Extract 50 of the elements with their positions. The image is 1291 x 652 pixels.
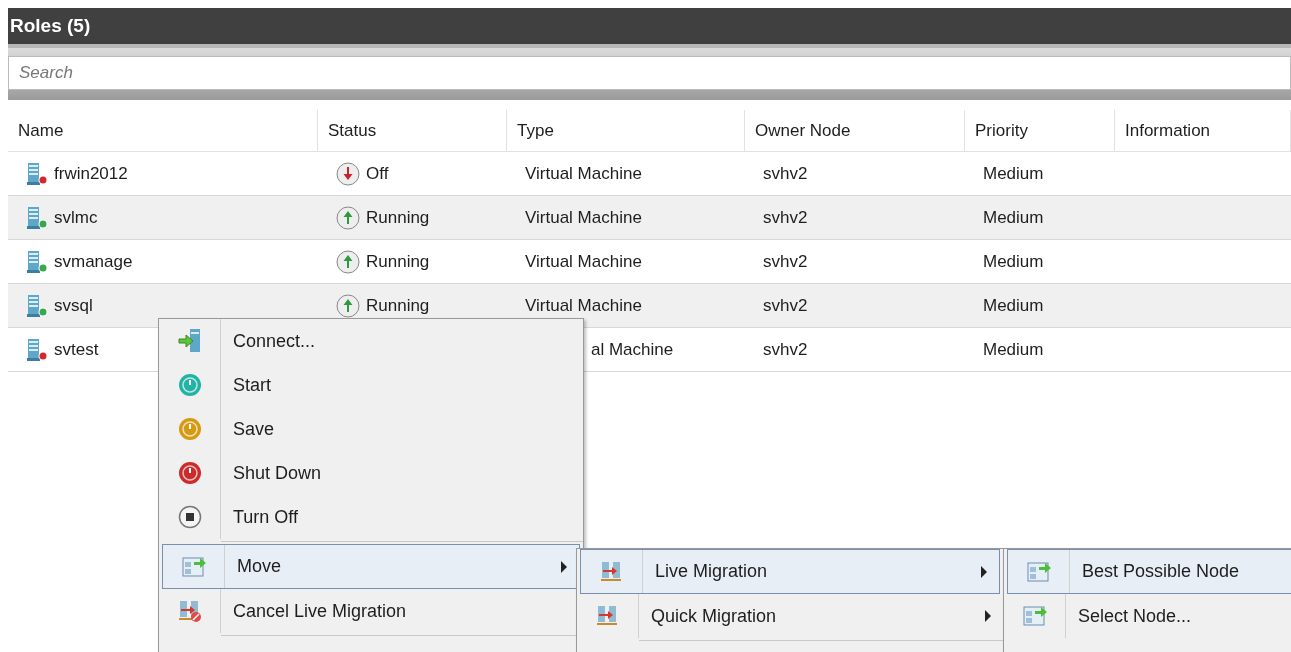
vm-type: Virtual Machine — [525, 294, 642, 317]
column-header[interactable]: Name — [8, 110, 318, 152]
menu-item[interactable]: Move — [162, 544, 580, 589]
menu-item[interactable]: Save — [159, 407, 583, 451]
menu-item[interactable]: Best Possible Node — [1007, 549, 1291, 594]
vm-name: svsql — [54, 294, 93, 317]
owner-name: svhv2 — [763, 250, 808, 273]
menu-item[interactable]: Cancel Live Migration — [159, 589, 583, 633]
vm-type: Virtual Machine — [525, 206, 642, 229]
priority-text: Medium — [983, 250, 1044, 273]
column-header[interactable]: Status — [318, 110, 507, 152]
node-icon — [1021, 603, 1048, 629]
column-header[interactable]: Priority — [965, 110, 1115, 152]
menu-item[interactable]: Select Node... — [1004, 594, 1291, 638]
column-header[interactable]: Information — [1115, 110, 1291, 152]
owner-name: svhv2 — [763, 162, 808, 185]
search-field[interactable]: Search — [8, 56, 1291, 90]
priority-text: Medium — [983, 162, 1044, 185]
menu-item[interactable]: Quick Migration — [577, 594, 1003, 638]
owner-name: svhv2 — [763, 294, 808, 317]
status-text: Running — [366, 294, 430, 317]
status-text: Off — [366, 162, 389, 185]
menu-item[interactable]: Connect... — [159, 319, 583, 363]
vm-name: svmanage — [54, 250, 133, 273]
status-text: Running — [366, 250, 430, 273]
vm-name: svtest — [54, 338, 99, 361]
power-icon — [177, 417, 202, 441]
panel-title: Roles (5) — [8, 8, 1291, 44]
menu-item[interactable]: Live Migration — [580, 549, 1000, 594]
column-header[interactable]: Type — [507, 110, 745, 152]
status-text: Running — [366, 206, 430, 229]
stop-icon — [177, 505, 202, 529]
menu-item[interactable]: Start — [159, 363, 583, 407]
vm-name: svlmc — [54, 206, 98, 229]
arrow-server-icon — [176, 328, 203, 354]
vm-type: al Machine — [591, 338, 674, 361]
owner-name: svhv2 — [763, 338, 808, 361]
owner-name: svhv2 — [763, 206, 808, 229]
cancel-migration-icon — [176, 598, 203, 624]
vm-name: frwin2012 — [54, 162, 128, 185]
menu-item[interactable]: Shut Down — [159, 451, 583, 495]
menu-item[interactable]: Turn Off — [159, 495, 583, 539]
vm-type: Virtual Machine — [525, 250, 642, 273]
vm-type: Virtual Machine — [525, 162, 642, 185]
power-icon — [177, 461, 202, 485]
column-header[interactable]: Owner Node — [745, 110, 965, 152]
priority-text: Medium — [983, 294, 1044, 317]
power-icon — [177, 373, 202, 397]
priority-text: Medium — [983, 206, 1044, 229]
priority-text: Medium — [983, 338, 1044, 361]
